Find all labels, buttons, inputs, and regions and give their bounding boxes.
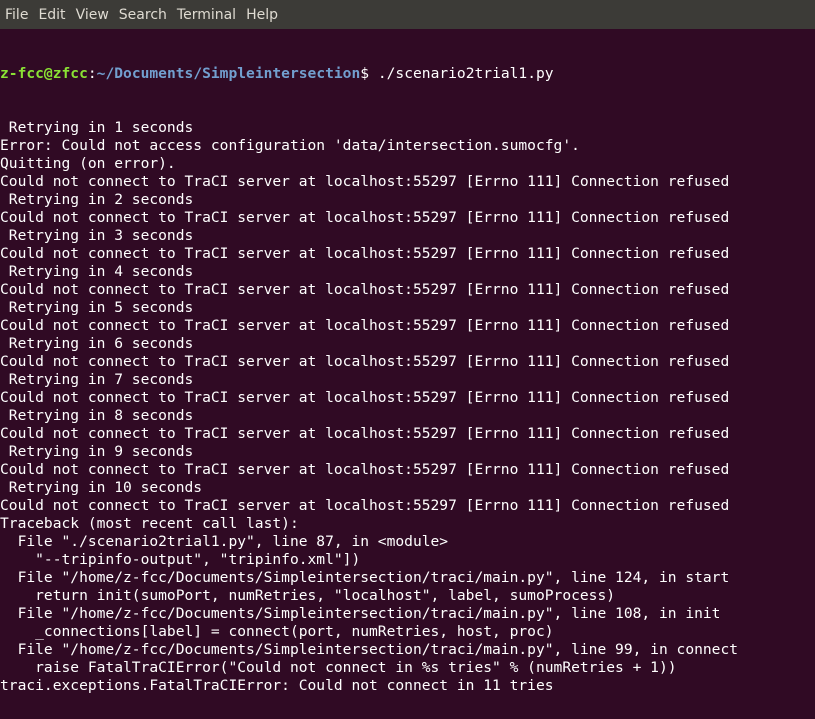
menu-bar: File Edit View Search Terminal Help bbox=[0, 0, 815, 29]
output-line: Could not connect to TraCI server at loc… bbox=[0, 281, 730, 298]
menu-search[interactable]: Search bbox=[119, 5, 167, 25]
output-line: Could not connect to TraCI server at loc… bbox=[0, 173, 730, 190]
output-line: Retrying in 3 seconds bbox=[0, 227, 194, 244]
output-line: Retrying in 1 seconds bbox=[0, 119, 194, 136]
output-line: Retrying in 4 seconds bbox=[0, 263, 194, 280]
output-line: return init(sumoPort, numRetries, "local… bbox=[0, 587, 616, 604]
output-line: Error: Could not access configuration 'd… bbox=[0, 137, 580, 154]
output-line: Retrying in 7 seconds bbox=[0, 371, 194, 388]
prompt-dollar: $ bbox=[360, 65, 370, 82]
output-line: File "/home/z-fcc/Documents/Simpleinters… bbox=[0, 605, 721, 622]
output-line: Could not connect to TraCI server at loc… bbox=[0, 497, 730, 514]
output-line: Retrying in 9 seconds bbox=[0, 443, 194, 460]
output-line: Retrying in 8 seconds bbox=[0, 407, 194, 424]
command-text: ./scenario2trial1.py bbox=[369, 65, 554, 82]
menu-help[interactable]: Help bbox=[246, 5, 278, 25]
output-line: Retrying in 2 seconds bbox=[0, 191, 194, 208]
output-block: Retrying in 1 seconds Error: Could not ac… bbox=[0, 119, 815, 695]
output-line: Retrying in 5 seconds bbox=[0, 299, 194, 316]
output-line: Traceback (most recent call last): bbox=[0, 515, 299, 532]
terminal-output[interactable]: z-fcc@zfcc:~/Documents/Simpleintersectio… bbox=[0, 29, 815, 719]
output-line: Could not connect to TraCI server at loc… bbox=[0, 353, 730, 370]
prompt-user: z-fcc@zfcc bbox=[0, 65, 88, 82]
output-line: raise FatalTraCIError("Could not connect… bbox=[0, 659, 677, 676]
output-line: Could not connect to TraCI server at loc… bbox=[0, 461, 730, 478]
output-line: File "./scenario2trial1.py", line 87, in… bbox=[0, 533, 449, 550]
output-line: File "/home/z-fcc/Documents/Simpleinters… bbox=[0, 641, 739, 658]
output-line: traci.exceptions.FatalTraCIError: Could … bbox=[0, 677, 554, 694]
prompt-line: z-fcc@zfcc:~/Documents/Simpleintersectio… bbox=[0, 65, 815, 83]
output-line: Could not connect to TraCI server at loc… bbox=[0, 317, 730, 334]
menu-edit[interactable]: Edit bbox=[38, 5, 65, 25]
menu-view[interactable]: View bbox=[76, 5, 109, 25]
menu-file[interactable]: File bbox=[5, 5, 28, 25]
output-line: Retrying in 6 seconds bbox=[0, 335, 194, 352]
output-line: Quitting (on error). bbox=[0, 155, 176, 172]
output-line: File "/home/z-fcc/Documents/Simpleinters… bbox=[0, 569, 730, 586]
prompt-path: ~/Documents/Simpleintersection bbox=[96, 65, 361, 82]
output-line: Could not connect to TraCI server at loc… bbox=[0, 389, 730, 406]
output-line: Could not connect to TraCI server at loc… bbox=[0, 425, 730, 442]
output-line: _connections[label] = connect(port, numR… bbox=[0, 623, 554, 640]
output-line: Could not connect to TraCI server at loc… bbox=[0, 209, 730, 226]
output-line: "--tripinfo-output", "tripinfo.xml"]) bbox=[0, 551, 361, 568]
prompt-colon: : bbox=[87, 65, 97, 82]
output-line: Could not connect to TraCI server at loc… bbox=[0, 245, 730, 262]
menu-terminal[interactable]: Terminal bbox=[177, 5, 236, 25]
output-line: Retrying in 10 seconds bbox=[0, 479, 203, 496]
